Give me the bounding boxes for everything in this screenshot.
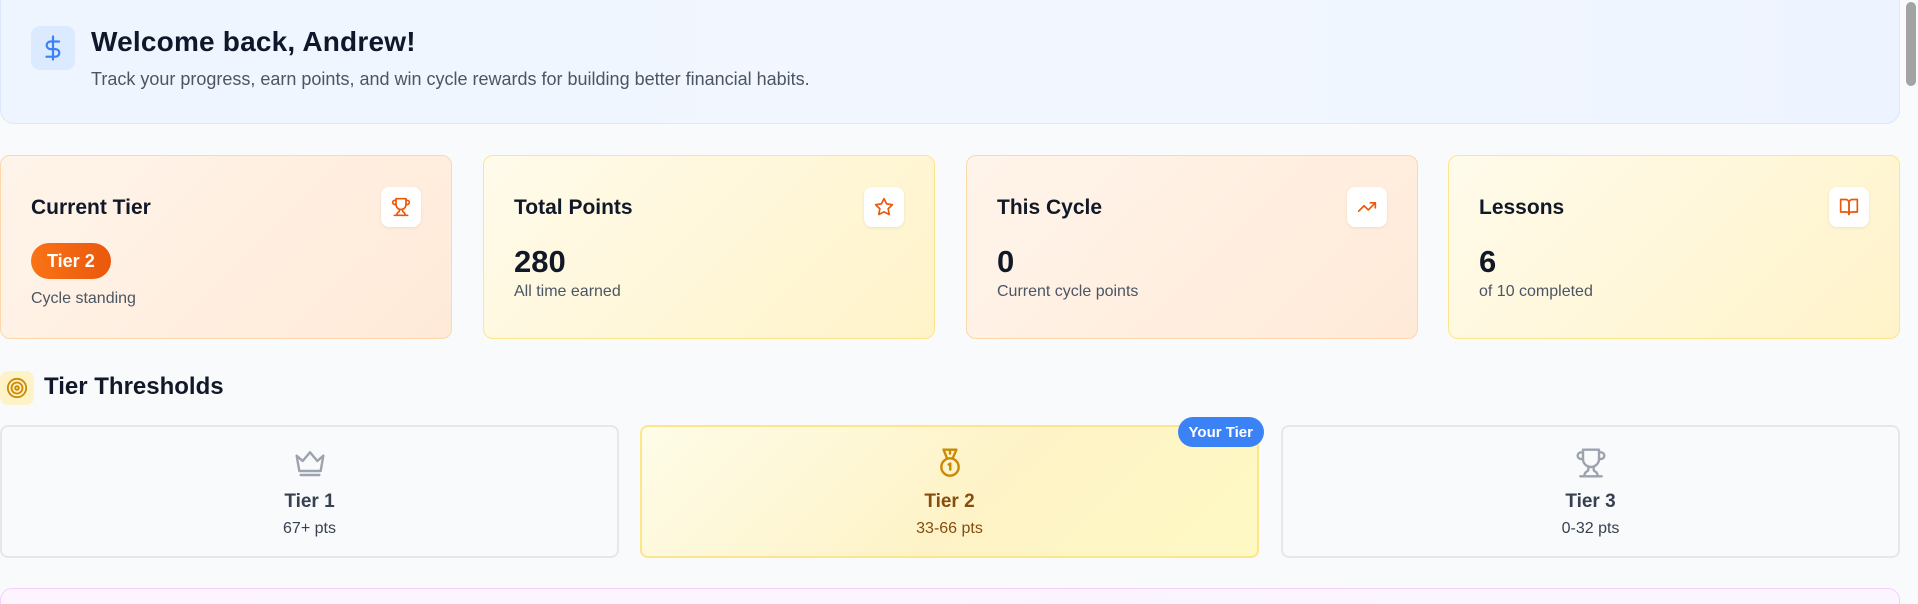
trophy-icon (1575, 447, 1607, 479)
welcome-banner: Welcome back, Andrew! Track your progres… (0, 0, 1900, 124)
tier-card-2: Tier 2 33-66 pts Your Tier (640, 417, 1264, 558)
welcome-title: Welcome back, Andrew! (91, 26, 416, 57)
tier-card-3: Tier 3 0-32 pts (1281, 425, 1900, 558)
total-points-label: Total Points (514, 196, 633, 219)
current-tier-badge: Tier 2 (31, 243, 111, 279)
lessons-caption: of 10 completed (1479, 283, 1593, 300)
book-open-icon (1829, 187, 1869, 227)
this-cycle-label: This Cycle (997, 196, 1103, 219)
trending-up-icon (1347, 187, 1387, 227)
total-points-card: Total Points 280 All time earned (483, 155, 935, 339)
scrollbar[interactable] (1900, 0, 1918, 604)
tier-name: Tier 1 (284, 491, 335, 512)
total-points-caption: All time earned (514, 283, 621, 300)
tier-name: Tier 3 (1565, 491, 1616, 512)
tier-name: Tier 2 (924, 491, 975, 512)
tier-range: 67+ pts (283, 520, 336, 537)
trophy-icon (381, 187, 421, 227)
tier-range: 0-32 pts (1561, 520, 1620, 537)
this-cycle-caption: Current cycle points (997, 283, 1139, 300)
tier-thresholds-title: Tier Thresholds (44, 373, 224, 400)
welcome-subtitle: Track your progress, earn points, and wi… (91, 69, 810, 89)
current-tier-caption: Cycle standing (31, 290, 136, 307)
tier-card-1: Tier 1 67+ pts (0, 425, 619, 558)
current-tier-card: Current Tier Tier 2 Cycle standing (0, 155, 452, 339)
lessons-value: 6 (1479, 244, 1497, 279)
lessons-card: Lessons 6 of 10 completed (1448, 155, 1900, 339)
scrollbar-thumb[interactable] (1906, 2, 1916, 86)
your-tier-badge: Your Tier (1177, 417, 1264, 447)
medal-icon (934, 447, 966, 479)
tier-range: 33-66 pts (916, 520, 983, 537)
this-cycle-card: This Cycle 0 Current cycle points (966, 155, 1418, 339)
total-points-value: 280 (514, 244, 566, 279)
next-section-card (0, 588, 1900, 604)
lessons-label: Lessons (1479, 196, 1565, 219)
crown-icon (294, 447, 326, 479)
this-cycle-value: 0 (997, 244, 1015, 279)
dollar-icon (31, 26, 75, 70)
star-icon (864, 187, 904, 227)
current-tier-label: Current Tier (31, 196, 151, 219)
target-icon (0, 371, 34, 405)
